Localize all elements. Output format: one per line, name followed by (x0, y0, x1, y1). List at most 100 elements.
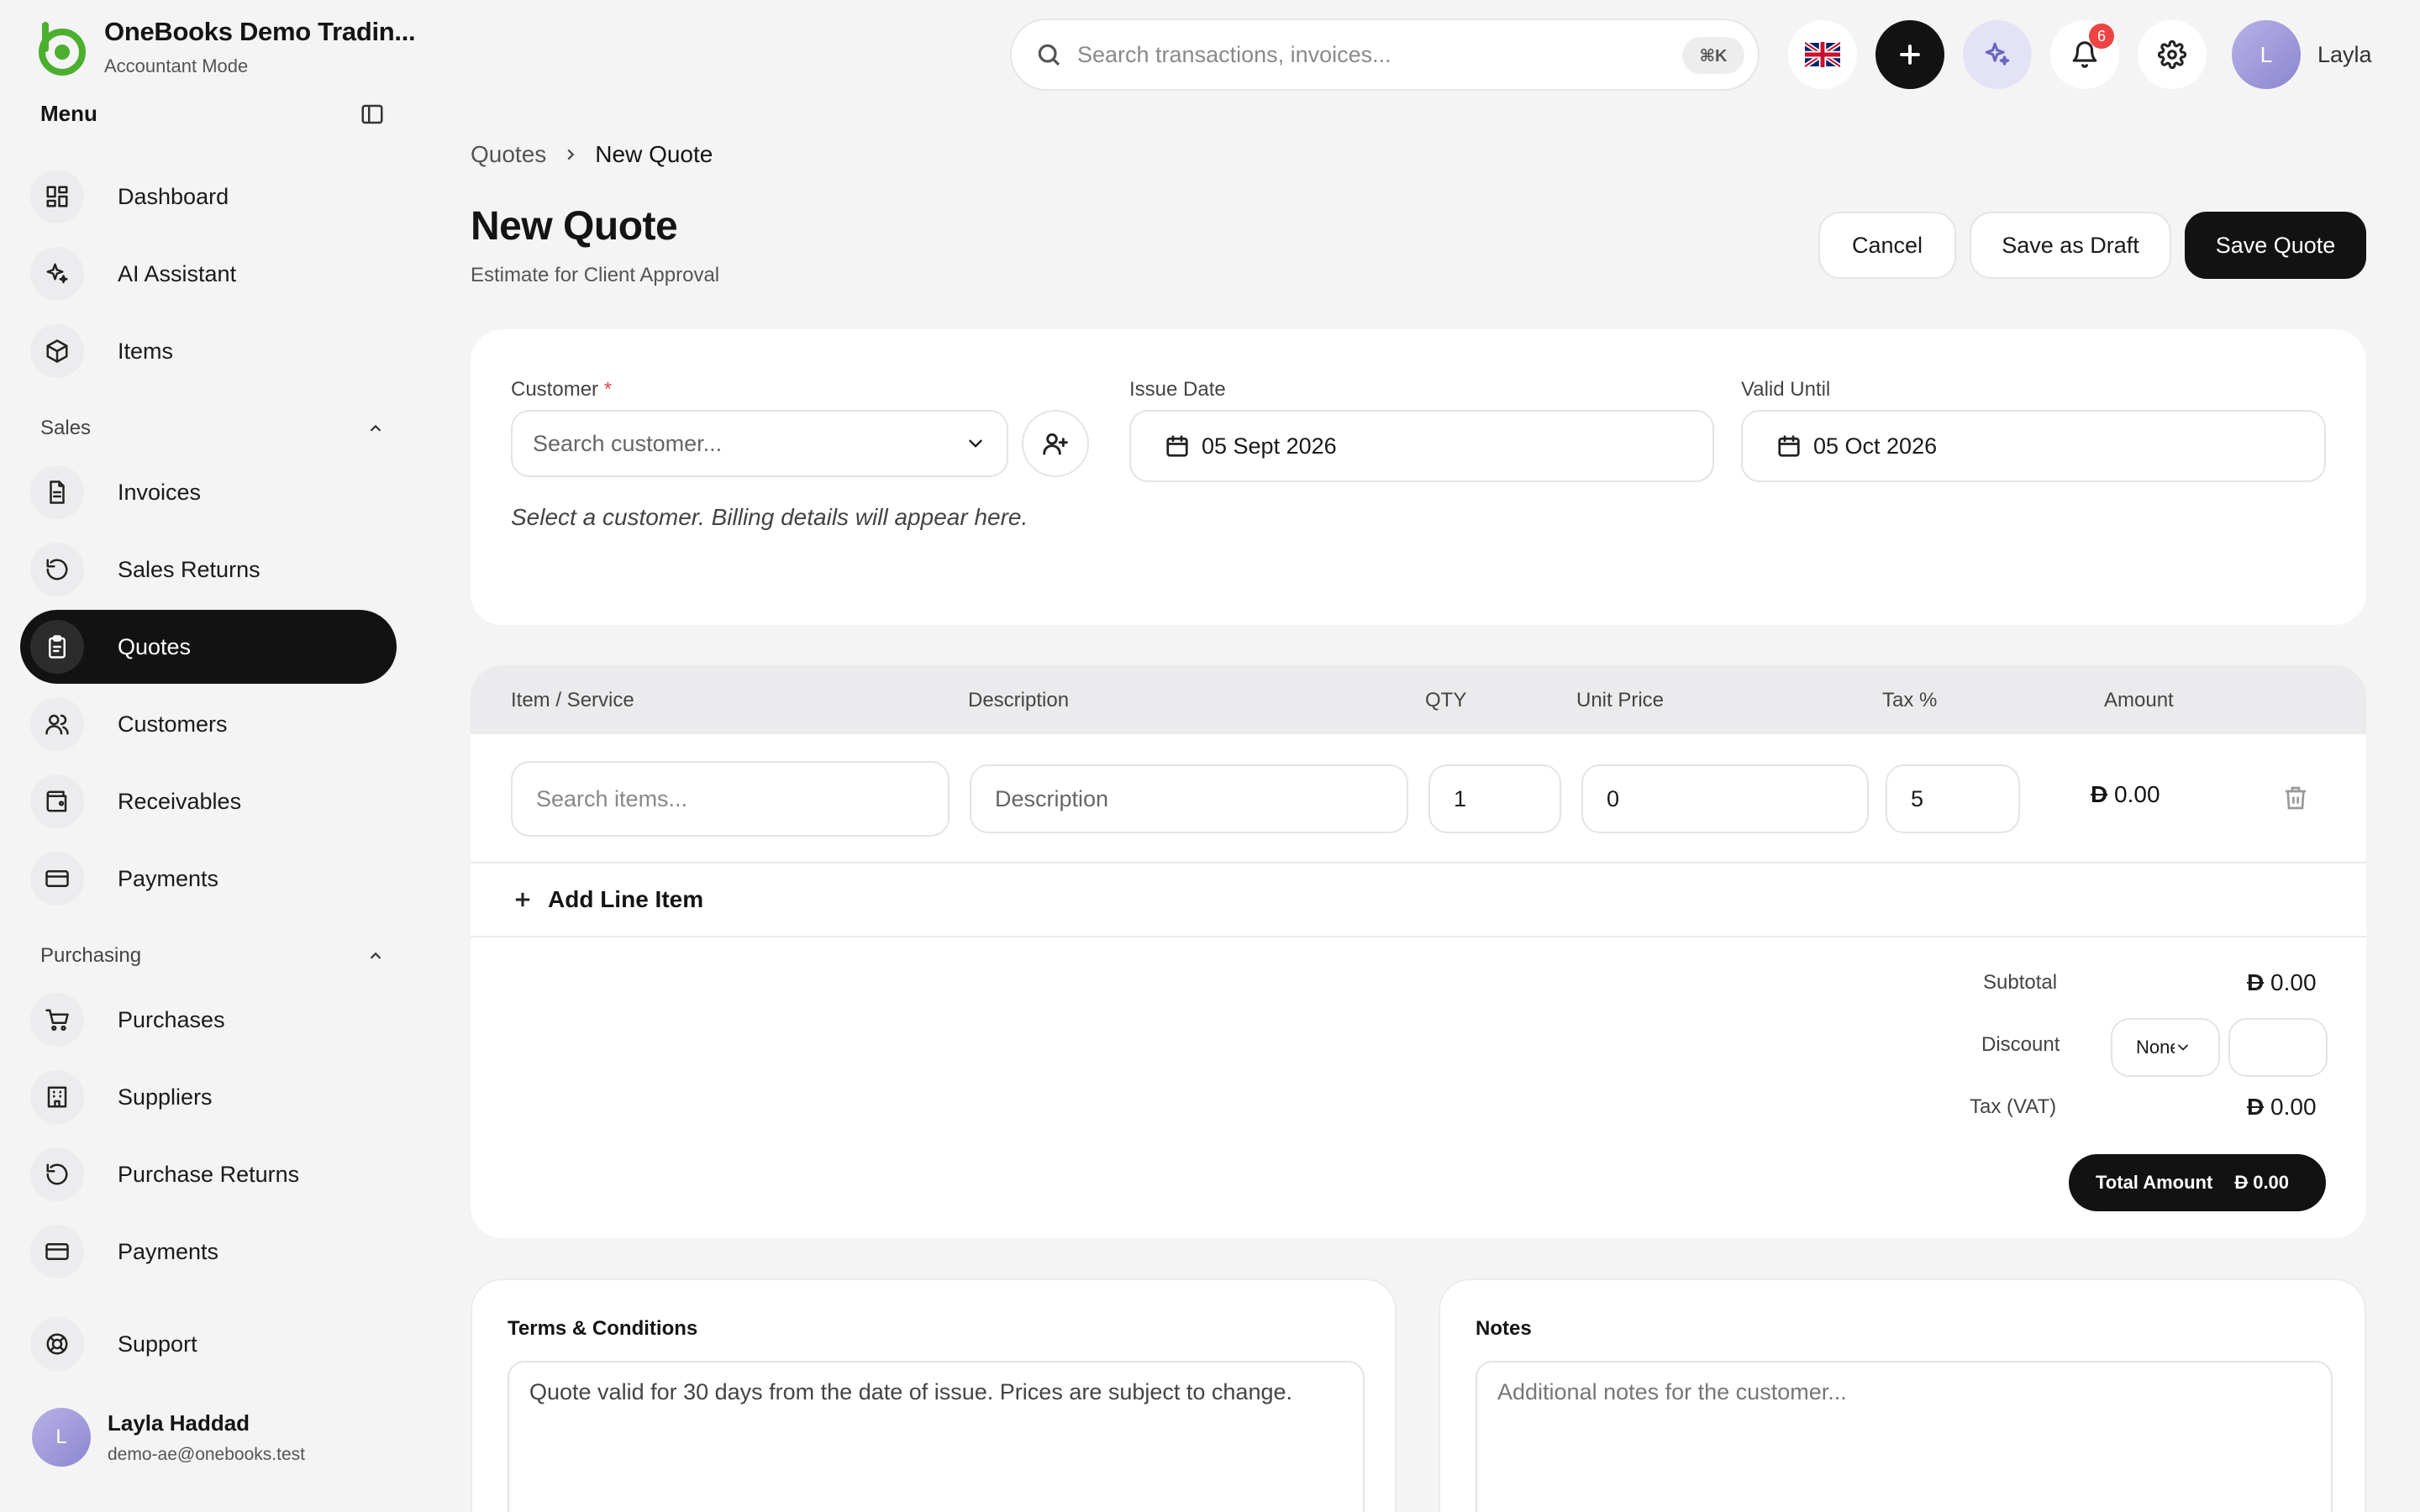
breadcrumb-quotes-link[interactable]: Quotes (471, 141, 546, 168)
item-search-placeholder: Search items... (536, 785, 688, 811)
sidebar-item-label: Dashboard (118, 183, 229, 209)
subtotal-amount: 0.00 (2270, 969, 2317, 995)
notifications-button[interactable]: 6 (2050, 20, 2119, 89)
description-placeholder: Description (995, 785, 1109, 811)
subtotal-label: Subtotal (1983, 971, 2058, 994)
currency-symbol: D (2247, 969, 2265, 995)
gear-icon (2158, 40, 2186, 69)
section-purchasing-title: Purchasing (40, 944, 142, 967)
save-draft-button[interactable]: Save as Draft (1970, 212, 2171, 279)
cancel-button[interactable]: Cancel (1818, 212, 1956, 279)
sidebar-item-purchase-returns[interactable]: Purchase Returns (20, 1137, 397, 1211)
tax-input[interactable]: 5 (1886, 764, 2020, 833)
user-card[interactable]: L Layla Haddad demo-ae@onebooks.test (32, 1408, 305, 1467)
company-name: OneBooks Demo Tradin... (104, 17, 416, 46)
tax-vat-amount: 0.00 (2270, 1094, 2317, 1120)
col-item-service: Item / Service (511, 689, 634, 711)
sidebar-item-label: Receivables (118, 788, 242, 814)
users-icon (30, 697, 84, 751)
breadcrumb-current: New Quote (595, 141, 713, 167)
save-quote-button[interactable]: Save Quote (2185, 212, 2366, 279)
user-plus-icon (1043, 433, 1068, 455)
brand[interactable]: OneBooks Demo Tradin... Accountant Mode (32, 17, 416, 77)
sidebar-item-items[interactable]: Items (20, 314, 397, 388)
trash-icon[interactable] (2282, 785, 2309, 811)
page-subtitle: Estimate for Client Approval (471, 264, 720, 286)
search-input[interactable] (1077, 41, 1649, 68)
calendar-icon (1778, 435, 1800, 457)
box-icon (30, 324, 84, 378)
total-value: 0.00 (2253, 1172, 2290, 1193)
customer-select-placeholder: Search customer... (533, 430, 723, 456)
required-marker: * (603, 378, 613, 401)
language-button[interactable] (1788, 20, 1857, 89)
sidebar-item-label: Quotes (118, 633, 192, 659)
return-icon (30, 1147, 84, 1201)
building-icon (30, 1070, 84, 1124)
section-sales-toggle[interactable]: Sales (40, 417, 385, 440)
discount-type-select[interactable]: None (2111, 1018, 2220, 1077)
customer-label: Customer * (511, 378, 612, 402)
notes-card: Notes Additional notes for the customer.… (1439, 1278, 2366, 1512)
sidebar-item-label: Purchase Returns (118, 1161, 300, 1187)
sidebar-item-sales-returns[interactable]: Sales Returns (20, 533, 397, 606)
card-icon (30, 852, 84, 906)
customer-select[interactable]: Search customer... (511, 410, 1008, 477)
customer-hint: Select a customer. Billing details will … (511, 504, 1028, 530)
sidebar-item-payments[interactable]: Payments (20, 842, 397, 916)
col-qty: QTY (1425, 689, 1467, 711)
chevron-right-icon (567, 149, 575, 160)
sidebar-item-ai-assistant[interactable]: AI Assistant (20, 237, 397, 311)
sidebar-toggle-icon[interactable] (360, 102, 385, 127)
sidebar-item-label: AI Assistant (118, 260, 237, 286)
sidebar: OneBooks Demo Tradin... Accountant Mode … (0, 0, 420, 1512)
dashboard-icon (30, 170, 84, 223)
issue-date-value: 05 Sept 2026 (1202, 433, 1337, 459)
qty-value: 1 (1454, 785, 1467, 811)
qty-input[interactable]: 1 (1428, 764, 1561, 833)
tax-vat-label: Tax (VAT) (1970, 1095, 2057, 1118)
global-search[interactable]: ⌘K (1010, 18, 1760, 91)
terms-title: Terms & Conditions (508, 1317, 698, 1340)
sidebar-item-customers[interactable]: Customers (20, 687, 397, 761)
line-items-header: Item / Service Description QTY Unit Pric… (471, 665, 2366, 734)
terms-textarea[interactable]: Quote valid for 30 days from the date of… (508, 1361, 1365, 1512)
chevron-down-icon (2178, 1044, 2188, 1051)
add-line-item-button[interactable]: Add Line Item (471, 864, 2366, 937)
chevron-up-icon (370, 424, 381, 432)
add-customer-button[interactable] (1022, 410, 1089, 477)
issue-date-field[interactable]: 05 Sept 2026 (1129, 410, 1714, 482)
sidebar-item-purchase-payments[interactable]: Payments (20, 1215, 397, 1289)
sidebar-item-dashboard[interactable]: Dashboard (20, 160, 397, 234)
sidebar-item-label: Support (118, 1331, 197, 1357)
line-amount-value: 0.00 (2114, 781, 2160, 807)
sidebar-item-receivables[interactable]: Receivables (20, 764, 397, 838)
sidebar-item-purchases[interactable]: Purchases (20, 983, 397, 1057)
sidebar-item-support[interactable]: Support (20, 1307, 397, 1381)
discount-value-input[interactable] (2228, 1018, 2328, 1077)
plus-icon (1900, 45, 1920, 65)
sidebar-item-quotes[interactable]: Quotes (20, 610, 397, 684)
settings-button[interactable] (2138, 20, 2207, 89)
sidebar-item-suppliers[interactable]: Suppliers (20, 1060, 397, 1134)
sparkle-icon (1985, 42, 2010, 66)
sparkle-icon (30, 247, 84, 301)
valid-until-field[interactable]: 05 Oct 2026 (1741, 410, 2326, 482)
currency-symbol: D (2091, 781, 2108, 807)
create-new-button[interactable] (1876, 20, 1944, 89)
notes-textarea[interactable]: Additional notes for the customer... (1476, 1361, 2333, 1512)
currency-symbol: D (2247, 1094, 2265, 1120)
item-search-input[interactable]: Search items... (511, 761, 950, 837)
col-unit-price: Unit Price (1576, 689, 1665, 711)
menu-title: Menu (40, 101, 97, 126)
plus-icon (515, 892, 530, 907)
user-menu[interactable]: L Layla (2232, 20, 2372, 89)
unit-price-input[interactable]: 0 (1581, 764, 1869, 833)
sidebar-item-invoices[interactable]: Invoices (20, 455, 397, 529)
description-input[interactable]: Description (970, 764, 1408, 833)
sidebar-item-label: Payments (118, 1238, 219, 1264)
avatar: L (2232, 20, 2301, 89)
sidebar-item-label: Customers (118, 711, 228, 737)
ai-assistant-button[interactable] (1963, 20, 2032, 89)
section-purchasing-toggle[interactable]: Purchasing (40, 944, 385, 968)
